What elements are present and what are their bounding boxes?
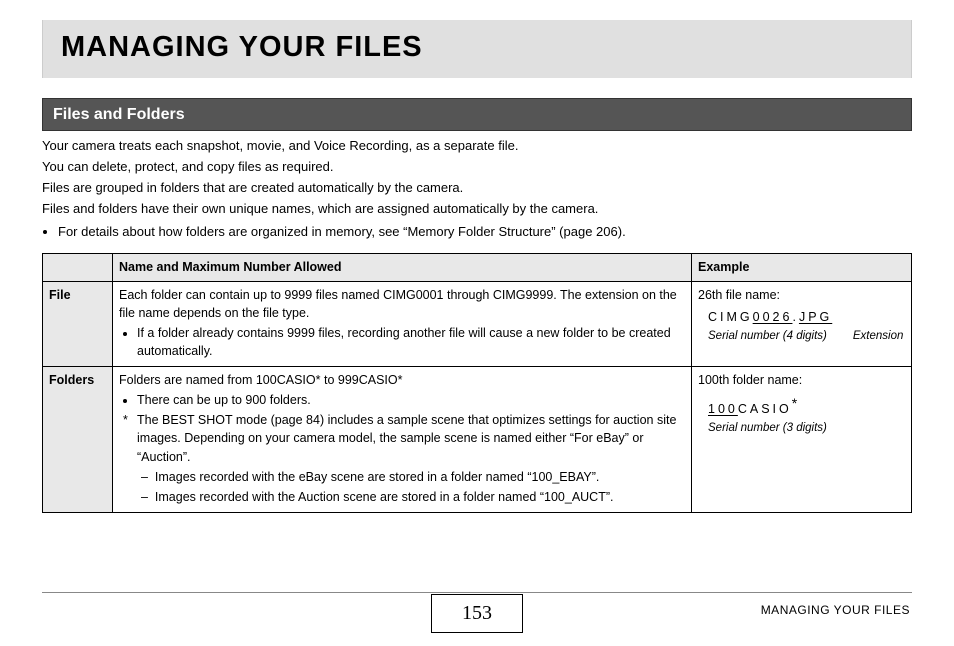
intro-line: Your camera treats each snapshot, movie,…: [42, 137, 912, 156]
folders-line1: Folders are named from 100CASIO * to 999C…: [119, 371, 685, 389]
page-title-band: MANAGING YOUR FILES: [42, 20, 912, 78]
file-example-code: CIMG0026.JPG: [708, 310, 832, 324]
intro-bullet: For details about how folders are organi…: [58, 223, 912, 242]
file-desc-bullet: If a folder already contains 9999 files,…: [137, 324, 685, 360]
asterisk-icon: *: [123, 411, 137, 465]
page-number: 153: [431, 594, 523, 633]
row-label-file: File: [43, 281, 113, 367]
intro-block: Your camera treats each snapshot, movie,…: [42, 137, 912, 241]
folders-line1a: Folders are named from 100CASIO: [119, 373, 316, 387]
th-blank: [43, 254, 113, 281]
page-title: MANAGING YOUR FILES: [61, 26, 893, 68]
dash2-text: Images recorded with the Auction scene a…: [155, 490, 614, 504]
file-desc: Each folder can contain up to 9999 files…: [113, 281, 692, 367]
dash1-text: Images recorded with the eBay scene are …: [155, 470, 599, 484]
folders-dash2: – Images recorded with the Auction scene…: [141, 488, 685, 506]
ex-serial: 100: [708, 402, 738, 416]
ex-serial: 0026: [753, 310, 793, 324]
intro-line: Files are grouped in folders that are cr…: [42, 179, 912, 198]
file-example-title: 26th file name:: [698, 286, 905, 304]
ex-ext: JPG: [799, 310, 832, 324]
th-name-max: Name and Maximum Number Allowed: [113, 254, 692, 281]
ex-label-serial3: Serial number (3 digits): [708, 420, 905, 437]
footer-label: MANAGING YOUR FILES: [761, 602, 910, 619]
files-folders-table: Name and Maximum Number Allowed Example …: [42, 253, 912, 513]
intro-line: You can delete, protect, and copy files …: [42, 158, 912, 177]
ex-prefix: CIMG: [708, 310, 753, 324]
folders-star-note: The BEST SHOT mode (page 84) includes a …: [137, 411, 685, 465]
folders-desc: Folders are named from 100CASIO * to 999C…: [113, 367, 692, 513]
folders-bullet1: There can be up to 900 folders.: [137, 391, 685, 409]
ex-label-ext: Extension: [853, 328, 904, 345]
asterisk-icon: *: [398, 373, 403, 387]
footer: 153 MANAGING YOUR FILES: [0, 586, 954, 634]
file-example: 26th file name: CIMG0026.JPG Serial numb…: [692, 281, 912, 367]
folders-example: 100th folder name: 100CASIO* Serial numb…: [692, 367, 912, 513]
section-header: Files and Folders: [42, 98, 912, 131]
folders-dash1: – Images recorded with the eBay scene ar…: [141, 468, 685, 486]
ex-rest: CASIO: [738, 402, 792, 416]
th-example: Example: [692, 254, 912, 281]
folders-example-title: 100th folder name:: [698, 371, 905, 389]
folders-example-code: 100CASIO: [708, 402, 792, 416]
asterisk-icon: *: [792, 395, 797, 411]
footer-rule: [42, 592, 912, 593]
folders-line1b: to 999CASIO: [321, 373, 398, 387]
ex-label-serial: Serial number (4 digits): [708, 328, 827, 345]
intro-line: Files and folders have their own unique …: [42, 200, 912, 219]
file-desc-main: Each folder can contain up to 9999 files…: [119, 286, 685, 322]
row-label-folders: Folders: [43, 367, 113, 513]
